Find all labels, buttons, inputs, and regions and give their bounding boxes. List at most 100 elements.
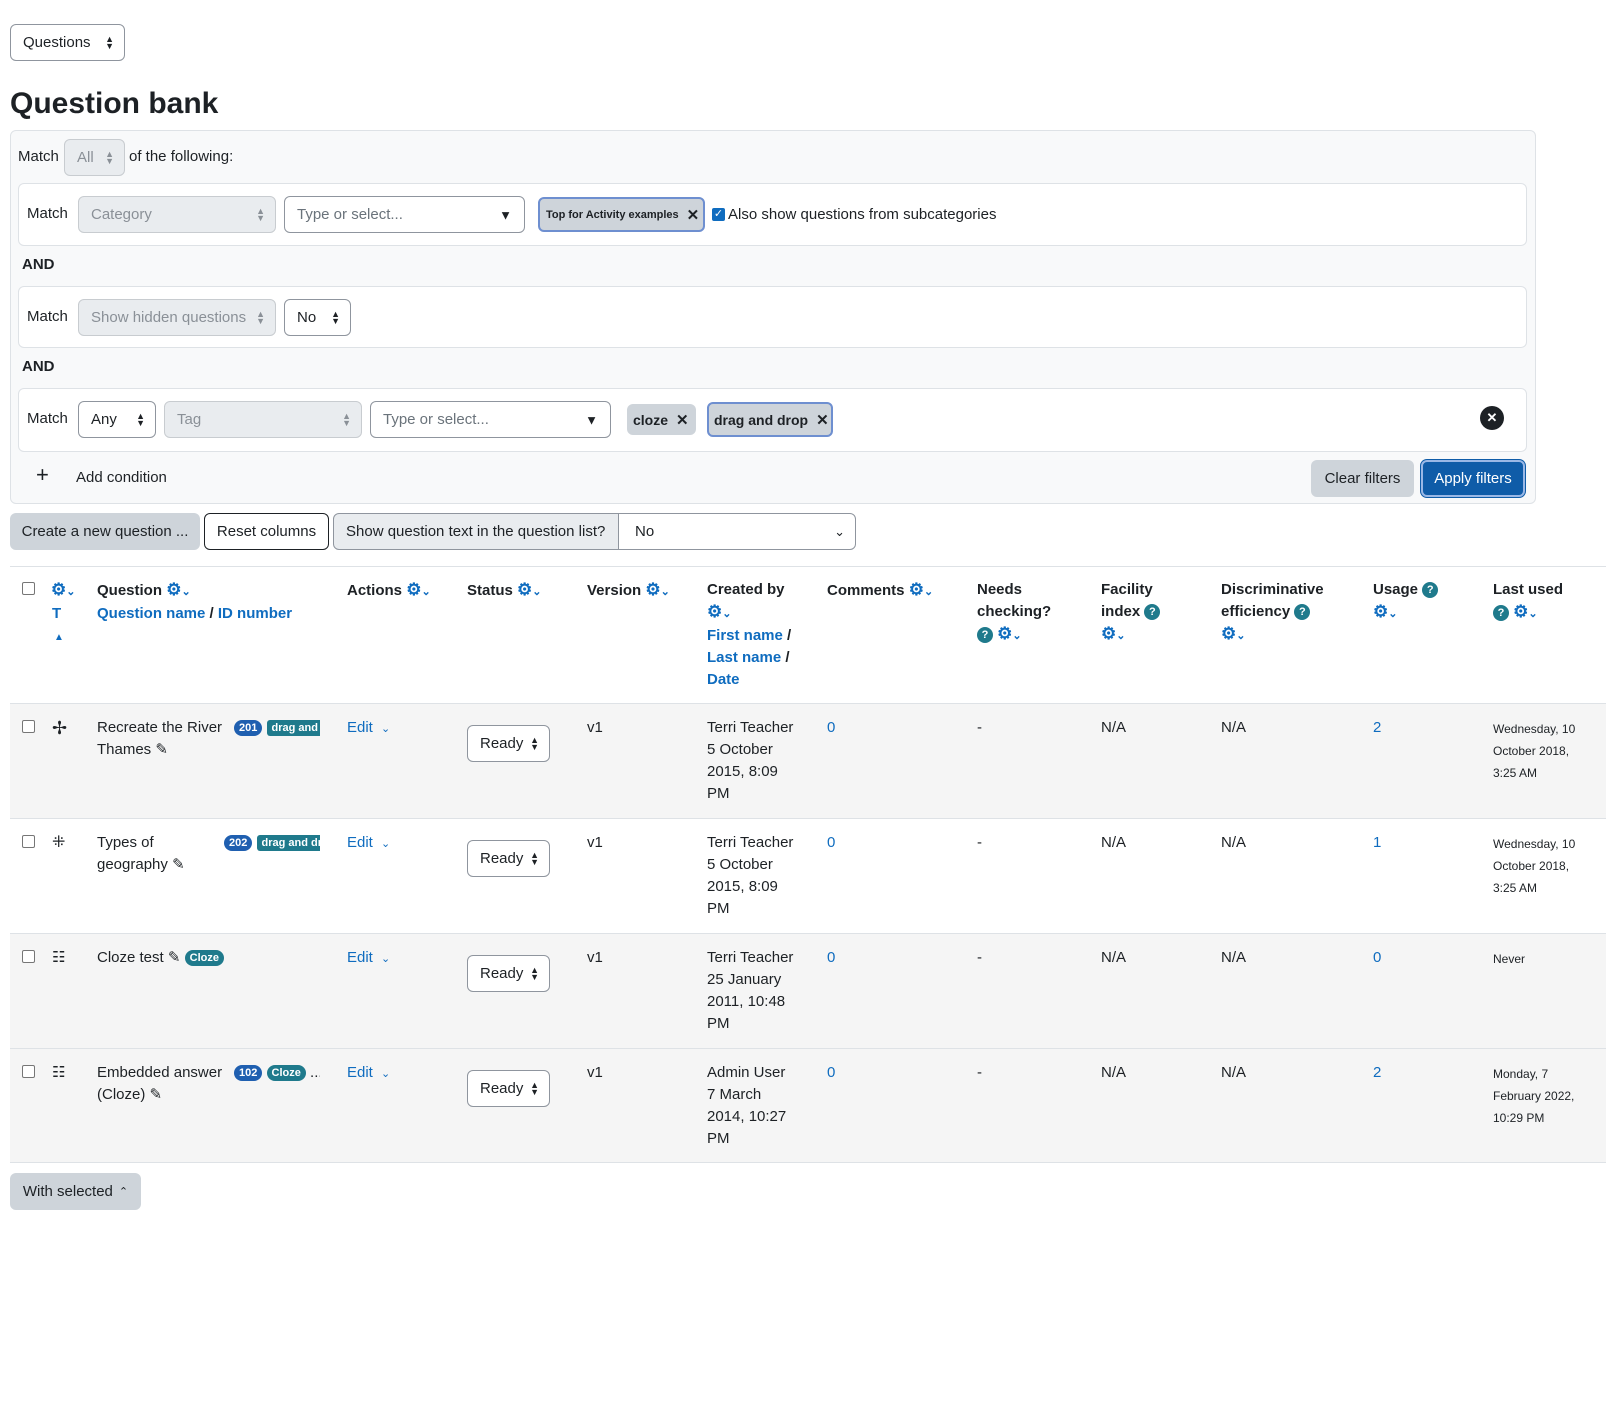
comments-link[interactable]: 0 — [827, 1062, 835, 1084]
view-select[interactable]: Questions ▲ ▼ — [10, 24, 125, 61]
edit-pencil-icon[interactable]: ✎ — [168, 949, 181, 966]
drag-drop-markers-type-icon: ⁜ — [52, 834, 66, 851]
gear-icon[interactable]: ⚙ — [1221, 624, 1236, 643]
create-question-button[interactable]: Create a new question ... — [10, 513, 200, 550]
edit-menu-button[interactable]: Edit ⌄ — [347, 947, 390, 970]
type-sort-link[interactable]: T — [51, 605, 61, 622]
gear-icon[interactable]: ⚙ — [909, 580, 924, 599]
help-icon[interactable]: ? — [1493, 605, 1509, 622]
sort-last-name-link[interactable]: Last name — [707, 649, 781, 666]
chevron-down-icon: ⌄ — [66, 586, 76, 598]
comments-link[interactable]: 0 — [827, 947, 835, 969]
sort-asc-icon: ▲ — [54, 632, 64, 643]
discriminative-cell: N/A — [1221, 834, 1247, 851]
last-used-line: 3:25 AM — [1493, 881, 1538, 895]
apply-filters-button[interactable]: Apply filters — [1421, 460, 1525, 497]
created-date-line: 2015, 8:09 — [707, 878, 778, 895]
gear-icon[interactable]: ⚙ — [1101, 624, 1116, 643]
condition-type-select[interactable]: Tag ▲ ▼ — [164, 401, 362, 438]
tag-chip-drag-and-drop[interactable]: drag and drop ✕ — [707, 402, 833, 437]
hidden-value-select[interactable]: No ▲ ▼ — [284, 299, 351, 336]
tag-chip-label: cloze — [633, 411, 669, 428]
remove-condition-icon[interactable]: ✕ — [1480, 406, 1504, 430]
comments-link[interactable]: 0 — [827, 832, 835, 854]
sort-id-number-link[interactable]: ID number — [218, 605, 292, 622]
edit-pencil-icon[interactable]: ✎ — [150, 1086, 163, 1103]
usage-link[interactable]: 2 — [1373, 717, 1381, 739]
tag-autocomplete-input[interactable]: Type or select... ▼ — [370, 401, 611, 438]
gear-icon[interactable]: ⚙ — [166, 580, 181, 599]
chevron-down-icon: ⌄ — [923, 586, 934, 598]
status-select[interactable]: Ready ▲ ▼ — [467, 1070, 550, 1107]
gear-icon[interactable]: ⚙ — [1373, 602, 1388, 621]
sort-date-link[interactable]: Date — [707, 671, 740, 688]
usage-link[interactable]: 0 — [1373, 947, 1381, 969]
remove-chip-icon[interactable]: ✕ — [676, 411, 689, 429]
tag-chip-label: drag and drop — [714, 411, 809, 428]
status-select[interactable]: Ready ▲ ▼ — [467, 955, 550, 992]
help-icon[interactable]: ? — [977, 627, 993, 644]
created-date-line: PM — [707, 900, 730, 917]
subcategories-checkbox[interactable]: ✓ — [712, 208, 725, 221]
with-selected-button[interactable]: With selected ⌃ — [10, 1173, 141, 1210]
gear-icon[interactable]: ⚙ — [406, 580, 421, 599]
reset-columns-button[interactable]: Reset columns — [204, 513, 329, 550]
disc-header-line2: efficiency — [1221, 603, 1291, 620]
comments-link[interactable]: 0 — [827, 717, 835, 739]
select-arrows-icon: ▲ ▼ — [256, 205, 265, 223]
plus-icon[interactable]: + — [36, 464, 49, 486]
created-date-line: 5 October — [707, 741, 773, 758]
remove-chip-icon[interactable]: ✕ — [816, 411, 829, 429]
status-column-header: Status ⚙⌄ — [467, 579, 541, 603]
edit-menu-button[interactable]: Edit ⌄ — [347, 832, 390, 855]
condition-type-select[interactable]: Category ▲ ▼ — [78, 196, 276, 233]
created-date-line: PM — [707, 1130, 730, 1147]
select-all-checkbox[interactable] — [22, 582, 35, 595]
question-name: Recreate the River Thames ✎ — [97, 717, 237, 761]
usage-header-label: Usage — [1373, 581, 1419, 598]
chevron-down-icon: ⌄ — [1116, 630, 1126, 642]
row-checkbox[interactable] — [22, 835, 35, 848]
tag-badge: Cloze — [184, 950, 224, 967]
show-text-select[interactable]: No ⌄ — [618, 513, 856, 550]
page-title: Question bank — [10, 87, 219, 120]
category-autocomplete-input[interactable]: Type or select... ▼ — [284, 196, 525, 233]
help-icon[interactable]: ? — [1144, 604, 1161, 621]
edit-menu-button[interactable]: Edit ⌄ — [347, 1062, 390, 1085]
chevron-down-icon: ⌄ — [1388, 608, 1398, 620]
edit-label: Edit — [347, 949, 373, 966]
type-column-header[interactable]: ⚙⌄ T ▲ — [51, 579, 75, 649]
of-following-label: of the following: — [129, 148, 234, 165]
gear-icon[interactable]: ⚙ — [645, 580, 660, 599]
question-name: Cloze test ✎ Cloze — [97, 947, 224, 969]
tag-chip-cloze[interactable]: cloze ✕ — [627, 404, 696, 435]
gear-icon[interactable]: ⚙ — [707, 602, 722, 621]
match-all-select[interactable]: All ▲ ▼ — [64, 139, 125, 176]
add-condition-button[interactable]: Add condition — [76, 467, 167, 489]
sort-first-name-link[interactable]: First name — [707, 627, 783, 644]
clear-filters-button[interactable]: Clear filters — [1311, 460, 1414, 497]
help-icon[interactable]: ? — [1422, 582, 1439, 599]
usage-link[interactable]: 2 — [1373, 1062, 1381, 1084]
edit-menu-button[interactable]: Edit ⌄ — [347, 717, 390, 740]
sort-question-name-link[interactable]: Question name — [97, 605, 205, 622]
row-checkbox[interactable] — [22, 720, 35, 733]
usage-link[interactable]: 1 — [1373, 832, 1381, 854]
status-select[interactable]: Ready ▲ ▼ — [467, 725, 550, 762]
gear-icon[interactable]: ⚙ — [51, 580, 66, 599]
gear-icon[interactable]: ⚙ — [997, 624, 1012, 643]
gear-icon[interactable]: ⚙ — [517, 580, 532, 599]
edit-pencil-icon[interactable]: ✎ — [172, 856, 185, 873]
question-name-line: Recreate the River — [97, 719, 223, 736]
category-chip[interactable]: Top for Activity examples ✕ — [538, 197, 705, 232]
match-any-select[interactable]: Any ▲ ▼ — [78, 401, 156, 438]
edit-pencil-icon[interactable]: ✎ — [155, 741, 168, 758]
row-checkbox[interactable] — [22, 950, 35, 963]
condition-type-select[interactable]: Show hidden questions ▲ ▼ — [78, 299, 276, 336]
row-checkbox[interactable] — [22, 1065, 35, 1078]
gear-icon[interactable]: ⚙ — [1513, 602, 1528, 621]
status-select[interactable]: Ready ▲ ▼ — [467, 840, 550, 877]
help-icon[interactable]: ? — [1294, 604, 1311, 621]
remove-chip-icon[interactable]: ✕ — [687, 206, 700, 224]
edit-label: Edit — [347, 1064, 373, 1081]
